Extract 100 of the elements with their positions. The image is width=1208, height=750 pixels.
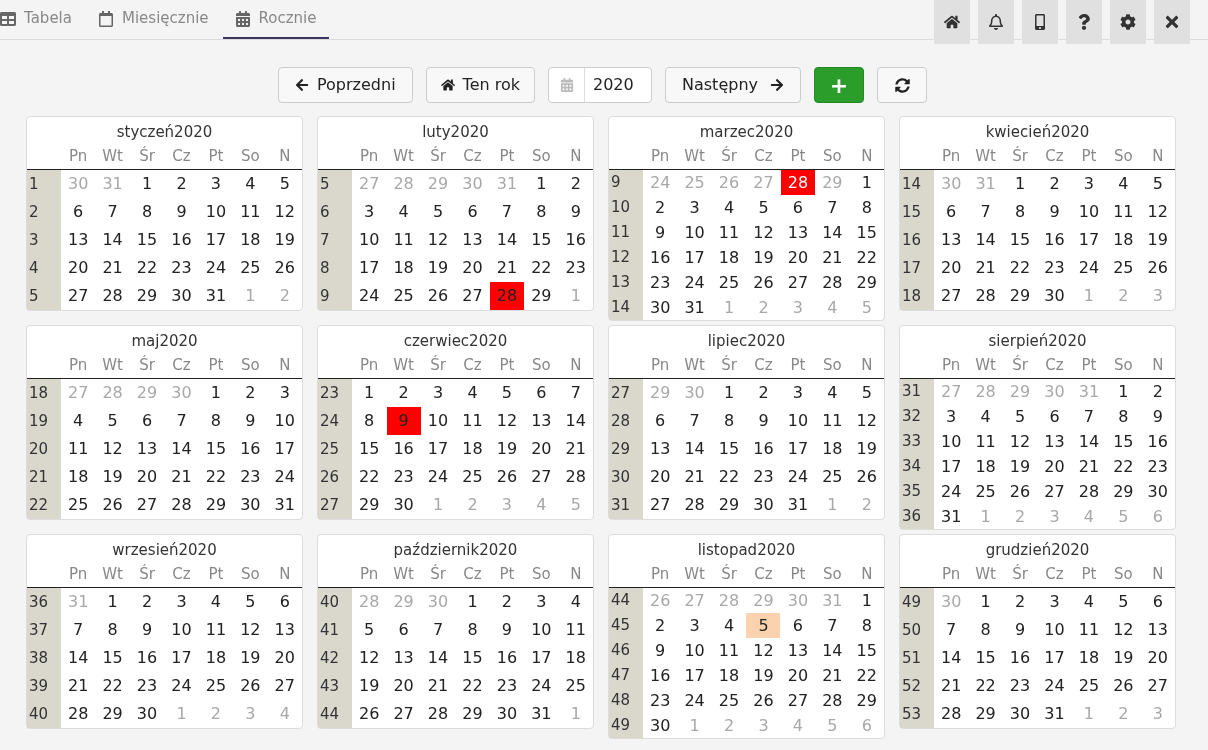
- day-cell[interactable]: 10: [267, 407, 302, 435]
- day-cell[interactable]: 19: [746, 663, 781, 688]
- day-cell[interactable]: 27: [934, 282, 969, 310]
- day-cell[interactable]: 2: [386, 379, 421, 407]
- day-cell[interactable]: 28: [95, 282, 130, 310]
- day-cell[interactable]: 25: [233, 254, 268, 282]
- day-cell[interactable]: 22: [198, 463, 233, 491]
- day-cell[interactable]: 20: [780, 663, 815, 688]
- day-cell[interactable]: 17: [934, 454, 969, 479]
- day-cell[interactable]: 22: [1106, 454, 1141, 479]
- day-cell[interactable]: 14: [558, 407, 593, 435]
- day-cell[interactable]: 13: [267, 616, 302, 644]
- day-cell[interactable]: 19: [1003, 454, 1038, 479]
- day-cell[interactable]: 24: [1037, 672, 1072, 700]
- day-cell[interactable]: 16: [130, 644, 165, 672]
- day-cell[interactable]: 10: [780, 407, 815, 435]
- day-cell[interactable]: 14: [164, 435, 199, 463]
- day-cell[interactable]: 21: [934, 672, 969, 700]
- day-cell[interactable]: 15: [352, 435, 387, 463]
- day-cell[interactable]: 1: [352, 379, 387, 407]
- day-cell[interactable]: 6: [934, 198, 969, 226]
- day-cell[interactable]: 5: [746, 613, 781, 638]
- day-cell[interactable]: 5: [267, 170, 302, 198]
- day-cell[interactable]: 15: [712, 435, 747, 463]
- day-cell[interactable]: 7: [934, 616, 969, 644]
- day-cell[interactable]: 6: [643, 407, 678, 435]
- day-cell[interactable]: 27: [455, 282, 490, 310]
- day-cell[interactable]: 17: [780, 435, 815, 463]
- day-cell[interactable]: 29: [198, 491, 233, 519]
- day-cell[interactable]: 7: [489, 198, 524, 226]
- day-cell[interactable]: 21: [558, 435, 593, 463]
- day-cell[interactable]: 13: [780, 638, 815, 663]
- day-cell[interactable]: 14: [968, 226, 1003, 254]
- day-cell[interactable]: 25: [712, 270, 747, 295]
- day-cell[interactable]: 5: [233, 588, 268, 616]
- day-cell[interactable]: 22: [849, 663, 884, 688]
- day-cell[interactable]: 8: [198, 407, 233, 435]
- day-cell[interactable]: 27: [1037, 479, 1072, 504]
- day-cell[interactable]: 4: [455, 379, 490, 407]
- day-cell[interactable]: 2: [233, 379, 268, 407]
- day-cell[interactable]: 30: [233, 491, 268, 519]
- day-cell[interactable]: 28: [61, 700, 96, 728]
- day-cell[interactable]: 3: [780, 379, 815, 407]
- day-cell[interactable]: 23: [164, 254, 199, 282]
- day-cell[interactable]: 15: [849, 638, 884, 663]
- day-cell[interactable]: 2: [643, 613, 678, 638]
- year-input[interactable]: 2020: [585, 73, 645, 97]
- day-cell[interactable]: 8: [712, 407, 747, 435]
- day-cell[interactable]: 3: [677, 613, 712, 638]
- day-cell[interactable]: 10: [677, 220, 712, 245]
- day-cell[interactable]: 18: [61, 463, 96, 491]
- day-cell[interactable]: 23: [643, 688, 678, 713]
- day-cell[interactable]: 7: [815, 195, 850, 220]
- day-cell[interactable]: 8: [1003, 198, 1038, 226]
- day-cell[interactable]: 1: [849, 170, 884, 195]
- day-cell[interactable]: 19: [1106, 644, 1141, 672]
- home-button[interactable]: [934, 0, 970, 44]
- day-cell[interactable]: 20: [1037, 454, 1072, 479]
- day-cell[interactable]: 25: [712, 688, 747, 713]
- day-cell[interactable]: 17: [198, 226, 233, 254]
- day-cell[interactable]: 26: [489, 463, 524, 491]
- day-cell[interactable]: 12: [352, 644, 387, 672]
- day-cell[interactable]: 13: [934, 226, 969, 254]
- day-cell[interactable]: 24: [677, 688, 712, 713]
- day-cell[interactable]: 10: [934, 429, 969, 454]
- day-cell[interactable]: 6: [61, 198, 96, 226]
- day-cell[interactable]: 4: [815, 379, 850, 407]
- day-cell[interactable]: 13: [386, 644, 421, 672]
- day-cell[interactable]: 1: [1106, 379, 1141, 404]
- day-cell[interactable]: 5: [1140, 170, 1175, 198]
- day-cell[interactable]: 3: [198, 170, 233, 198]
- day-cell[interactable]: 20: [643, 463, 678, 491]
- day-cell[interactable]: 11: [968, 429, 1003, 454]
- day-cell[interactable]: 26: [1106, 672, 1141, 700]
- day-cell[interactable]: 19: [746, 245, 781, 270]
- day-cell[interactable]: 9: [386, 407, 421, 435]
- day-cell[interactable]: 13: [780, 220, 815, 245]
- day-cell[interactable]: 27: [643, 491, 678, 519]
- day-cell[interactable]: 9: [1140, 404, 1175, 429]
- day-cell[interactable]: 25: [968, 479, 1003, 504]
- day-cell[interactable]: 16: [1003, 644, 1038, 672]
- day-cell[interactable]: 28: [934, 700, 969, 728]
- day-cell[interactable]: 20: [780, 245, 815, 270]
- day-cell[interactable]: 7: [421, 616, 456, 644]
- day-cell[interactable]: 19: [489, 435, 524, 463]
- day-cell[interactable]: 16: [746, 435, 781, 463]
- day-cell[interactable]: 18: [712, 245, 747, 270]
- day-cell[interactable]: 12: [267, 198, 302, 226]
- day-cell[interactable]: 5: [352, 616, 387, 644]
- day-cell[interactable]: 31: [1037, 700, 1072, 728]
- day-cell[interactable]: 12: [849, 407, 884, 435]
- day-cell[interactable]: 16: [1037, 226, 1072, 254]
- day-cell[interactable]: 19: [267, 226, 302, 254]
- close-button[interactable]: [1154, 0, 1190, 44]
- day-cell[interactable]: 21: [815, 663, 850, 688]
- day-cell[interactable]: 19: [95, 463, 130, 491]
- year-field[interactable]: 2020: [548, 67, 652, 103]
- day-cell[interactable]: 30: [1003, 700, 1038, 728]
- day-cell[interactable]: 29: [95, 700, 130, 728]
- day-cell[interactable]: 8: [95, 616, 130, 644]
